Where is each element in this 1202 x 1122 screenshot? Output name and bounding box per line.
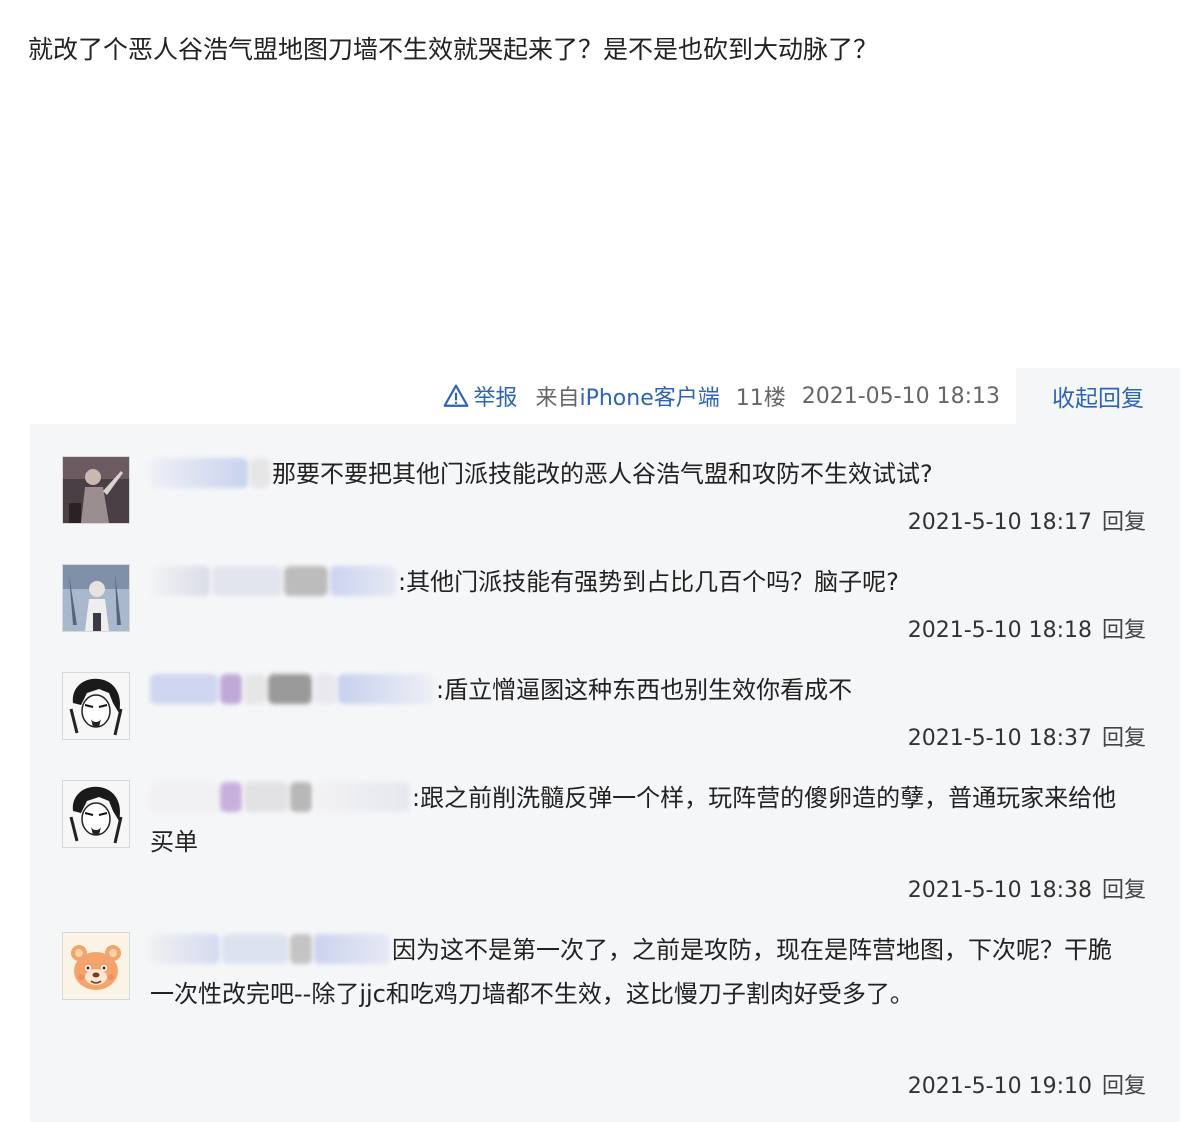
blurred-username-part xyxy=(244,782,288,812)
reply-time: 2021-5-10 19:10 xyxy=(907,1074,1092,1099)
post-datetime: 2021-05-10 18:13 xyxy=(801,383,1000,409)
reply-content: 因为这不是第一次了，之前是攻防，现在是阵营地图，下次呢？干脆一次性改完吧--除了… xyxy=(150,928,1130,1016)
blurred-username-part xyxy=(314,934,390,964)
user-avatar[interactable] xyxy=(62,456,130,524)
reply-text: :其他门派技能有强势到占比几百个吗？脑子呢? xyxy=(398,568,899,596)
blurred-username[interactable] xyxy=(150,566,210,596)
blurred-username[interactable] xyxy=(150,674,218,704)
reply-item: :盾立憎逼圂这种东西也别生效你看成不 2021-5-10 18:37 回复 xyxy=(30,640,1180,751)
blurred-username-part xyxy=(284,566,328,596)
blurred-username-part xyxy=(268,674,312,704)
game-character-avatar-light-icon xyxy=(63,565,129,631)
post-meta-bar: 举报 来自iPhone客户端 11楼 2021-05-10 18:13 收起回复 xyxy=(0,368,1202,424)
anime-sketch-avatar-icon xyxy=(63,673,129,739)
user-avatar[interactable] xyxy=(62,932,130,1000)
source-prefix: 来自 xyxy=(535,386,580,411)
blurred-username[interactable] xyxy=(150,782,218,812)
reply-content: 那要不要把其他门派技能改的恶人谷浩气盟和攻防不生效试试? xyxy=(150,452,1130,496)
user-avatar[interactable] xyxy=(62,564,130,632)
blurred-username-part xyxy=(222,934,288,964)
reply-item: :其他门派技能有强势到占比几百个吗？脑子呢? 2021-5-10 18:18 回复 xyxy=(30,532,1180,643)
blurred-username[interactable] xyxy=(150,458,248,488)
game-character-avatar-dark-icon xyxy=(63,457,129,523)
source-suffix[interactable]: 客户端 xyxy=(654,386,720,411)
post-text: 就改了个恶人谷浩气盟地图刀墙不生效就哭起来了？是不是也砍到大动脉了？ xyxy=(28,35,879,64)
reply-item: :跟之前削洗髓反弹一个样，玩阵营的傻卵造的孽，普通玩家来给他买单 2021-5-… xyxy=(30,748,1180,903)
reply-item: 那要不要把其他门派技能改的恶人谷浩气盟和攻防不生效试试? 2021-5-10 1… xyxy=(30,424,1180,535)
reply-content: :其他门派技能有强势到占比几百个吗？脑子呢? xyxy=(150,560,1130,604)
reply-list: 那要不要把其他门派技能改的恶人谷浩气盟和攻防不生效试试? 2021-5-10 1… xyxy=(30,424,1180,1122)
user-avatar[interactable] xyxy=(62,672,130,740)
blurred-username-part xyxy=(338,674,434,704)
blurred-username[interactable] xyxy=(150,934,220,964)
blurred-username-part xyxy=(314,674,336,704)
blurred-username-part xyxy=(220,782,242,812)
report-label: 举报 xyxy=(473,386,518,411)
source-brand-link[interactable]: iPhone xyxy=(579,386,653,411)
source-client: 来自iPhone客户端 xyxy=(535,380,719,412)
blurred-username-part xyxy=(220,674,242,704)
reply-content: :跟之前削洗髓反弹一个样，玩阵营的傻卵造的孽，普通玩家来给他买单 xyxy=(150,776,1130,864)
blurred-username-part xyxy=(212,566,282,596)
reply-content: :盾立憎逼圂这种东西也别生效你看成不 xyxy=(150,668,1130,712)
report-button[interactable]: 举报 xyxy=(443,380,517,412)
post-meta-info: 举报 来自iPhone客户端 11楼 2021-05-10 18:13 xyxy=(443,378,1000,414)
reply-text: 那要不要把其他门派技能改的恶人谷浩气盟和攻防不生效试试? xyxy=(272,460,933,488)
reply-text: :盾立憎逼圂这种东西也别生效你看成不 xyxy=(436,676,853,704)
reply-footer: 2021-5-10 19:10 回复 xyxy=(908,1068,1146,1100)
user-avatar[interactable] xyxy=(62,780,130,848)
reply-button[interactable]: 回复 xyxy=(1102,1074,1146,1099)
blurred-username-part xyxy=(250,458,270,488)
warning-icon xyxy=(443,384,469,407)
blurred-username-part xyxy=(290,782,312,812)
blurred-username-part xyxy=(314,782,410,812)
bear-face-avatar-icon xyxy=(63,933,129,999)
anime-sketch-avatar-icon xyxy=(63,781,129,847)
blurred-username-part xyxy=(330,566,396,596)
blurred-username-part xyxy=(244,674,266,704)
collapse-replies-button[interactable]: 收起回复 xyxy=(1016,368,1180,424)
reply-item: 因为这不是第一次了，之前是攻防，现在是阵营地图，下次呢？干脆一次性改完吧--除了… xyxy=(30,900,1180,1099)
floor-number: 11楼 xyxy=(735,386,786,411)
blurred-username-part xyxy=(290,934,312,964)
